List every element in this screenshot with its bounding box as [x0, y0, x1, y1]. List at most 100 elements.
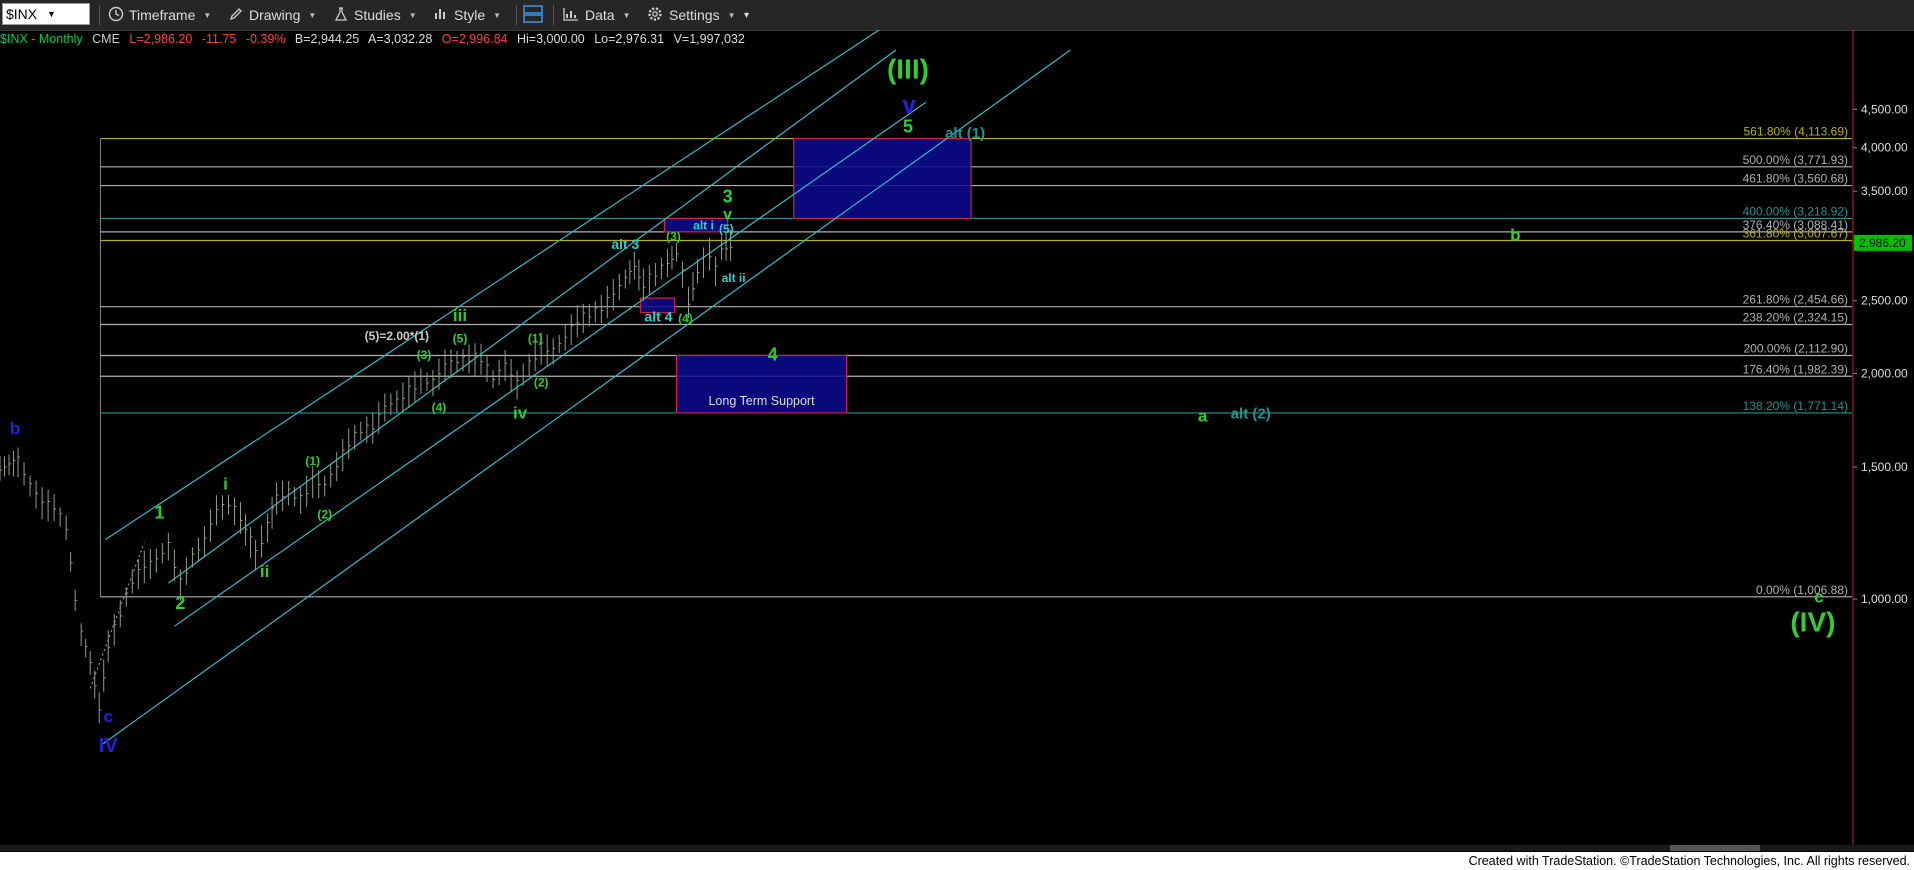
chevron-down-icon: ▼	[622, 10, 631, 20]
wave-label: IV	[99, 735, 119, 757]
wave-label: alt 3	[611, 236, 639, 252]
percent-change: -0.39%	[245, 32, 286, 46]
fib-level-label: 261.80% (2,454.66)	[1743, 293, 1848, 307]
toolbar-overflow-icon[interactable]: ▾	[744, 0, 749, 30]
wave-label: (2)	[534, 376, 549, 390]
wave-label: (4)	[432, 400, 447, 414]
toolbar-divider	[553, 5, 554, 25]
fib-level-label: 0.00% (1,006.88)	[1756, 583, 1848, 597]
chevron-down-icon: ▼	[308, 10, 317, 20]
fib-level-label: 461.80% (3,560.68)	[1743, 172, 1848, 186]
studies-label: Studies	[354, 7, 401, 23]
timeframe-label: Timeframe	[129, 7, 196, 23]
chart-toolbar: $INX ▼ Timeframe ▼ Drawing ▼ Studies ▼ S…	[0, 0, 1914, 31]
wave-label: iii	[453, 306, 467, 325]
high-price: Hi=3,000.00	[516, 32, 585, 46]
data-button[interactable]: Data ▼	[562, 0, 631, 30]
wave-label: (5)	[453, 331, 468, 345]
copyright-text: Created with TradeStation. ©TradeStation…	[1468, 854, 1910, 868]
wave-label: b	[1510, 225, 1520, 244]
toolbar-divider	[516, 5, 517, 25]
fib-level-label: 176.40% (1,982.39)	[1743, 362, 1848, 376]
wave-label: alt ii	[722, 271, 746, 285]
time-scrollbar[interactable]	[0, 845, 1914, 851]
wave-label: alt (2)	[1231, 406, 1271, 423]
chevron-down-icon: ▼	[203, 10, 212, 20]
fib-level-label: 500.00% (3,771.93)	[1743, 153, 1848, 167]
clock-icon	[108, 6, 124, 25]
wave-label: ii	[260, 562, 269, 581]
wave-label: i	[223, 474, 228, 493]
settings-button[interactable]: Settings ▼	[646, 0, 736, 30]
zone-label: Long Term Support	[708, 394, 815, 408]
style-button[interactable]: Style ▼	[433, 0, 501, 30]
fib-level-label: 361.80% (3,007.67)	[1743, 227, 1848, 241]
last-price: L=2,986.20	[129, 32, 193, 46]
volume: V=1,997,032	[673, 32, 745, 46]
wave-label: 3	[723, 187, 733, 207]
low-price: Lo=2,976.31	[594, 32, 665, 46]
drawing-button[interactable]: Drawing ▼	[228, 0, 316, 30]
price-chart[interactable]: 561.80% (4,113.69) 500.00% (3,771.93) 461.…	[0, 30, 1914, 852]
price-tick-label: 2,000.00	[1861, 366, 1908, 380]
drawing-label: Drawing	[249, 7, 301, 23]
dotted-trend-line	[89, 542, 145, 689]
layout-icon	[522, 3, 544, 28]
price-tick-label: 4,500.00	[1861, 102, 1908, 116]
wave-label: 4	[768, 345, 778, 365]
wave-label: (3)	[666, 229, 681, 243]
wave-label: (1)	[305, 454, 320, 468]
wave-label: (4)	[678, 311, 693, 325]
wave-label: v	[723, 206, 732, 223]
wave-label: alt 4	[644, 309, 672, 325]
scrollbar-thumb[interactable]	[1670, 845, 1760, 851]
wave-label: (1)	[528, 331, 543, 345]
open-price: O=2,996.84	[441, 32, 508, 46]
wave-label: (5)	[719, 222, 734, 236]
toolbar-divider	[99, 5, 100, 25]
wave-label: (3)	[417, 348, 432, 362]
chart-title: $INX - Monthly	[0, 32, 83, 46]
fib-level-label: 200.00% (2,112.90)	[1743, 341, 1848, 355]
fib-level-label: 138.20% (1,771.14)	[1743, 399, 1848, 413]
target-zone[interactable]	[793, 137, 972, 220]
data-icon	[562, 6, 580, 25]
price-tick-label: 2,500.00	[1861, 294, 1908, 308]
studies-button[interactable]: Studies ▼	[333, 0, 417, 30]
wave-label: (5)=2.00*(1)	[365, 329, 429, 343]
symbol-value: $INX	[6, 6, 38, 22]
layout-button[interactable]	[522, 0, 544, 30]
price-tick-label: 1,500.00	[1861, 460, 1908, 474]
wave-label: a	[1198, 407, 1208, 426]
wave-label: (III)	[887, 53, 929, 84]
wave-label: 5	[903, 117, 913, 137]
ask-price: A=3,032.28	[368, 32, 433, 46]
style-label: Style	[454, 7, 486, 23]
symbol-input[interactable]: $INX ▼	[2, 3, 90, 25]
trend-channel-line[interactable]	[168, 49, 897, 584]
wave-label: 1	[154, 503, 164, 523]
timeframe-button[interactable]: Timeframe ▼	[108, 0, 211, 30]
wave-label: c	[103, 707, 112, 726]
price-tick-label: 1,000.00	[1861, 592, 1908, 606]
chart-info-bar: $INX - Monthly CME L=2,986.20 -11.75 -0.…	[0, 32, 751, 48]
fib-level-label: 561.80% (4,113.69)	[1743, 125, 1848, 139]
trend-channel-line[interactable]	[101, 49, 1071, 745]
data-label: Data	[585, 7, 615, 23]
wave-label: (IV)	[1790, 607, 1835, 638]
last-price-marker-label: 2,986.20	[1859, 236, 1906, 250]
net-change: -11.75	[201, 32, 237, 46]
wave-label: b	[10, 419, 20, 438]
price-tick-label: 3,500.00	[1861, 184, 1908, 198]
wave-label: alt (1)	[945, 125, 985, 142]
price-tick-label: 4,000.00	[1861, 141, 1908, 155]
wave-label: alt i	[693, 219, 714, 233]
wave-label: v	[902, 92, 916, 119]
chevron-down-icon[interactable]: ▼	[44, 9, 89, 19]
wave-label: iv	[513, 404, 528, 423]
footer: Created with TradeStation. ©TradeStation…	[0, 852, 1914, 870]
wave-label: (2)	[317, 508, 332, 522]
style-icon	[433, 6, 449, 25]
chevron-down-icon: ▼	[493, 10, 502, 20]
settings-label: Settings	[669, 7, 720, 23]
